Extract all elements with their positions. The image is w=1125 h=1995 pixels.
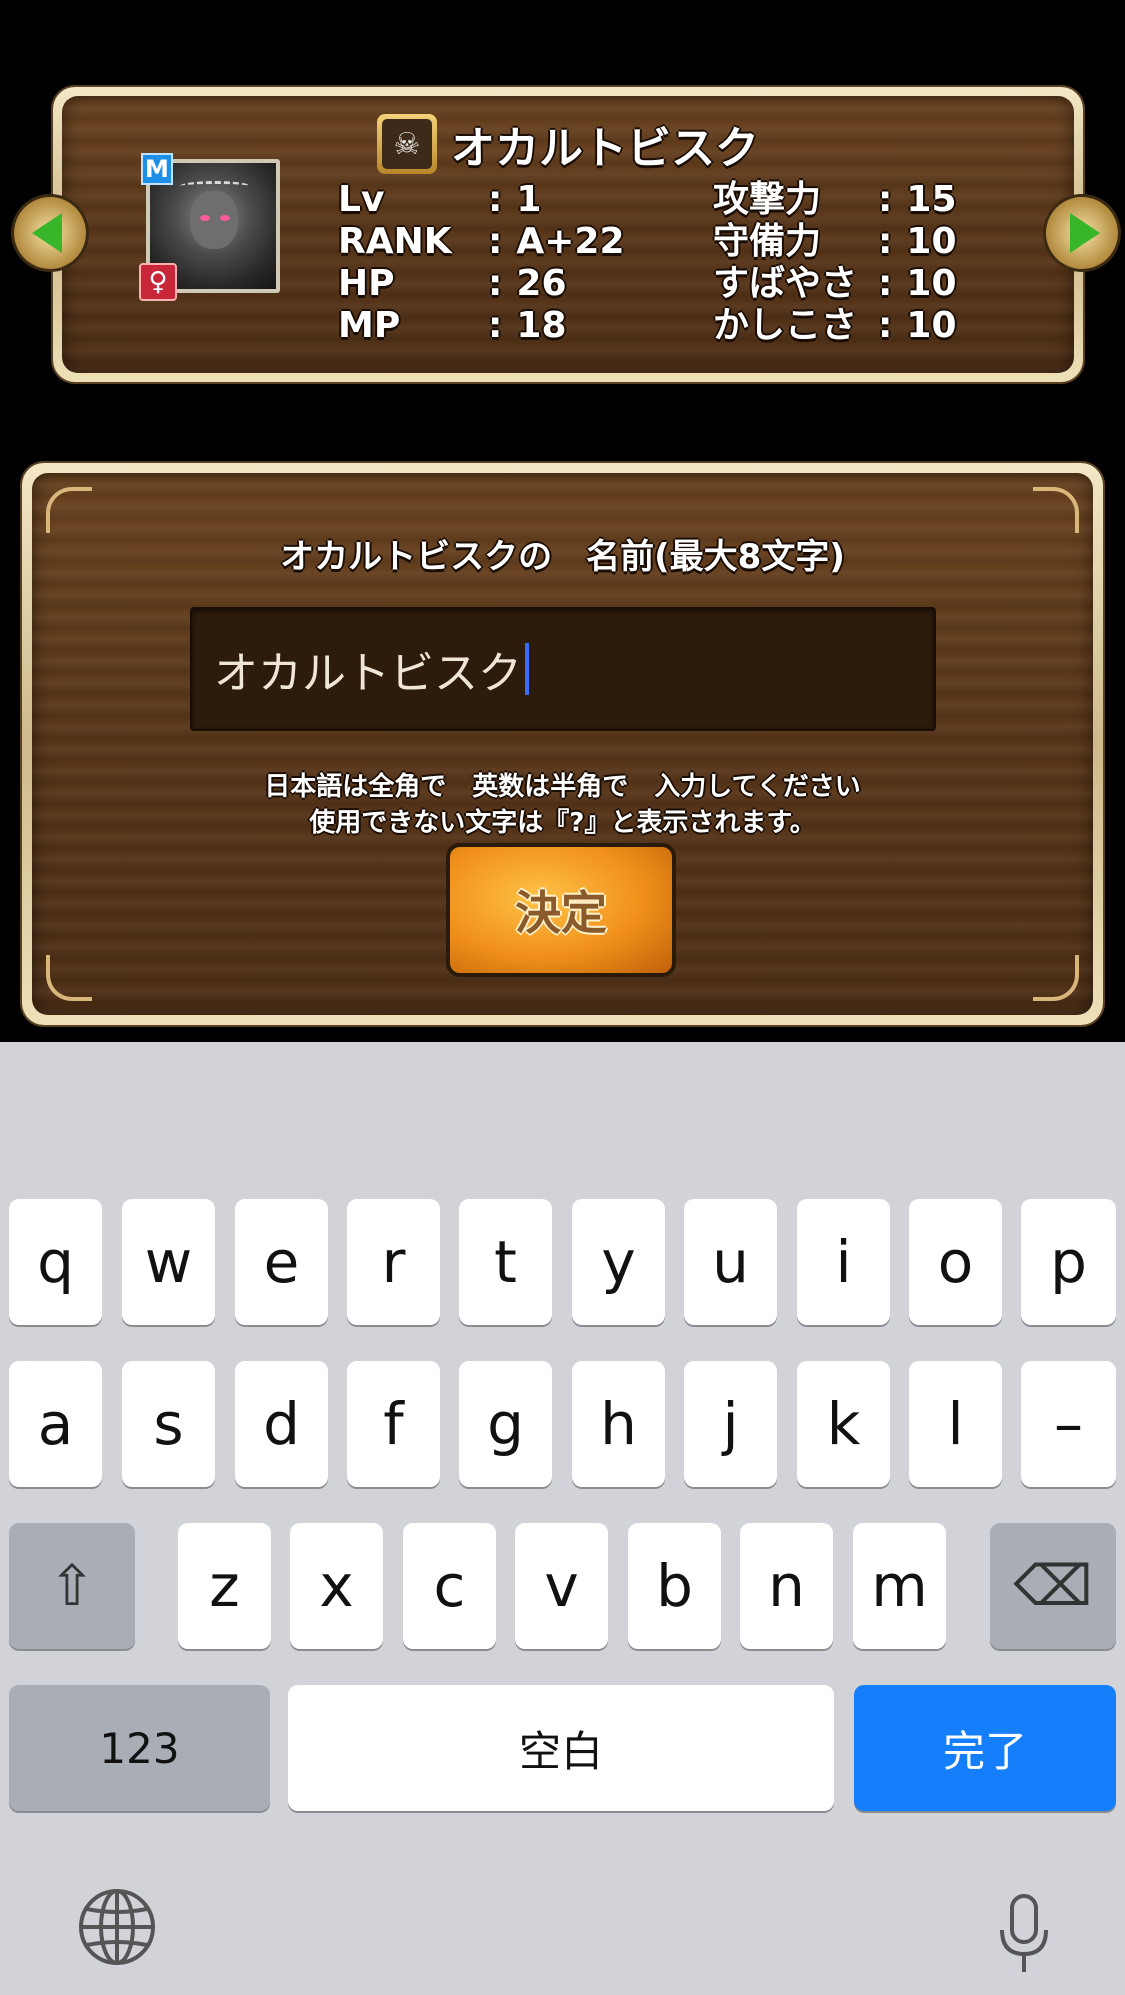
stat-label-defense: 守備力 xyxy=(713,221,822,262)
stat-label-attack: 攻撃力 xyxy=(713,179,822,220)
rename-dialog: オカルトビスクの 名前(最大8文字) オカルトビスク 日本語は全角で 英数は半角… xyxy=(22,463,1103,1025)
corner-ornament xyxy=(46,955,92,1001)
stats-left: Lv 1 RANK A+22 HP 26 MP 18 xyxy=(338,179,628,347)
dialog-title: オカルトビスクの 名前(最大8文字) xyxy=(280,537,845,577)
input-hint: 日本語は全角で 英数は半角で 入力してください 使用できない文字は『?』と表示さ… xyxy=(32,769,1093,841)
stat-value-lv: 1 xyxy=(488,179,628,221)
type-badge: M xyxy=(141,153,173,185)
key-r[interactable]: r xyxy=(347,1199,440,1325)
corner-ornament xyxy=(1033,955,1079,1001)
key-j[interactable]: j xyxy=(684,1361,777,1487)
key-v[interactable]: v xyxy=(515,1523,608,1649)
stat-label-lv: Lv xyxy=(338,179,385,220)
key-d[interactable]: d xyxy=(235,1361,328,1487)
key-u[interactable]: u xyxy=(684,1199,777,1325)
key-p[interactable]: p xyxy=(1021,1199,1116,1325)
key-o[interactable]: o xyxy=(909,1199,1002,1325)
stat-label-rank: RANK xyxy=(338,221,452,262)
key-f[interactable]: f xyxy=(347,1361,440,1487)
key-q[interactable]: q xyxy=(9,1199,102,1325)
next-monster-button[interactable] xyxy=(1046,197,1118,269)
key-a[interactable]: a xyxy=(9,1361,102,1487)
key-w[interactable]: w xyxy=(122,1199,215,1325)
key-z[interactable]: z xyxy=(178,1523,271,1649)
delete-key[interactable]: ⌫ xyxy=(990,1523,1116,1649)
key-t[interactable]: t xyxy=(459,1199,552,1325)
corner-ornament xyxy=(1033,487,1079,533)
stat-value-agility: 10 xyxy=(878,263,968,305)
key-x[interactable]: x xyxy=(290,1523,383,1649)
key-g[interactable]: g xyxy=(459,1361,552,1487)
key-e[interactable]: e xyxy=(235,1199,328,1325)
skull-icon: ☠ xyxy=(377,114,437,174)
name-input-value: オカルトビスク xyxy=(214,648,522,699)
stat-value-attack: 15 xyxy=(878,179,968,221)
key-m[interactable]: m xyxy=(853,1523,946,1649)
stat-label-mp: MP xyxy=(338,305,401,346)
globe-icon[interactable] xyxy=(72,1882,162,1972)
stats-right: 攻撃力 15 守備力 10 すばやさ 10 かしこさ 10 xyxy=(713,179,968,347)
monster-name-title: オカルトビスク xyxy=(451,123,759,174)
microphone-icon[interactable] xyxy=(979,1890,1069,1980)
key-c[interactable]: c xyxy=(403,1523,496,1649)
shift-icon: ⇧ xyxy=(48,1553,96,1619)
key-y[interactable]: y xyxy=(572,1199,665,1325)
name-input-field[interactable]: オカルトビスク xyxy=(190,607,936,731)
text-cursor xyxy=(525,643,529,695)
key-dash[interactable]: – xyxy=(1021,1361,1116,1487)
stat-value-hp: 26 xyxy=(488,263,628,305)
monster-status-panel: ☠ オカルトビスク M ♀ Lv 1 RANK A+22 HP 26 MP 18… xyxy=(53,87,1083,382)
shift-key[interactable]: ⇧ xyxy=(9,1523,135,1649)
arrow-right-icon xyxy=(1070,213,1100,253)
previous-monster-button[interactable] xyxy=(14,197,86,269)
stat-value-mp: 18 xyxy=(488,305,628,347)
key-h[interactable]: h xyxy=(572,1361,665,1487)
female-gender-icon: ♀ xyxy=(139,263,177,301)
dialog-background: オカルトビスクの 名前(最大8文字) オカルトビスク 日本語は全角で 英数は半角… xyxy=(32,473,1093,1015)
delete-icon: ⌫ xyxy=(1013,1553,1093,1619)
stat-label-hp: HP xyxy=(338,263,395,304)
key-i[interactable]: i xyxy=(797,1199,890,1325)
corner-ornament xyxy=(46,487,92,533)
stat-value-defense: 10 xyxy=(878,221,968,263)
hint-line-2: 使用できない文字は『?』と表示されます。 xyxy=(309,808,816,838)
on-screen-keyboard: q w e r t y u i o p a s d f g h j k l – … xyxy=(0,1042,1125,1995)
numbers-key[interactable]: 123 xyxy=(9,1685,270,1811)
stat-label-agility: すばやさ xyxy=(713,263,858,304)
key-l[interactable]: l xyxy=(909,1361,1002,1487)
space-key[interactable]: 空白 xyxy=(288,1685,834,1811)
confirm-button[interactable]: 決定 xyxy=(446,843,676,977)
stat-label-wisdom: かしこさ xyxy=(713,305,858,346)
done-key[interactable]: 完了 xyxy=(854,1685,1116,1811)
stat-value-rank: A+22 xyxy=(488,221,628,263)
stat-value-wisdom: 10 xyxy=(878,305,968,347)
hint-line-1: 日本語は全角で 英数は半角で 入力してください xyxy=(264,772,861,802)
key-n[interactable]: n xyxy=(740,1523,833,1649)
arrow-left-icon xyxy=(32,213,62,253)
key-b[interactable]: b xyxy=(628,1523,721,1649)
key-k[interactable]: k xyxy=(797,1361,890,1487)
key-s[interactable]: s xyxy=(122,1361,215,1487)
